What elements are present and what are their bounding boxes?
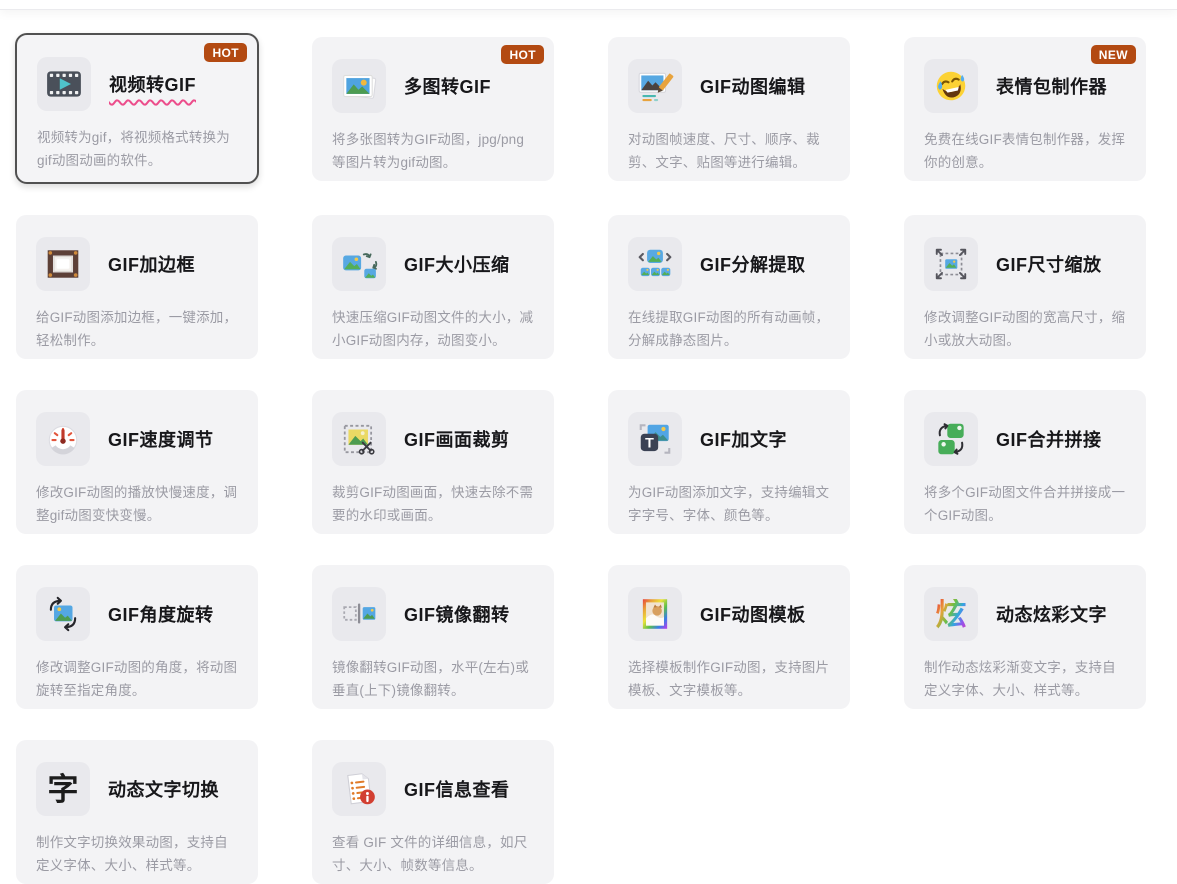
card-description: 免费在线GIF表情包制作器，发挥你的创意。	[924, 129, 1126, 174]
tool-card[interactable]: GIF速度调节 修改GIF动图的播放快慢速度，调整gif动图变快变慢。	[16, 390, 258, 534]
laughing-emoji-icon	[924, 59, 978, 113]
card-badge: HOT	[204, 43, 247, 62]
tool-card[interactable]: GIF动图编辑 对动图帧速度、尺寸、顺序、裁剪、文字、贴图等进行编辑。	[608, 37, 850, 181]
card-badge: NEW	[1091, 45, 1136, 64]
card-title: 视频转GIF	[109, 71, 196, 97]
card-title: GIF信息查看	[404, 776, 510, 802]
tool-card[interactable]: HOT 视频转GIF 视频转为gif，将视频格式转换为gif动图动画的软件。	[15, 33, 259, 184]
card-header: 字 动态文字切换	[36, 762, 238, 816]
card-description: 将多个GIF动图文件合并拼接成一个GIF动图。	[924, 482, 1126, 527]
film-play-icon	[37, 57, 91, 111]
template-icon	[628, 587, 682, 641]
rotate-icon	[36, 587, 90, 641]
card-description: 将多张图转为GIF动图，jpg/png等图片转为gif动图。	[332, 129, 534, 174]
card-header: T GIF加文字	[628, 412, 830, 466]
card-badge: HOT	[501, 45, 544, 64]
card-header: GIF信息查看	[332, 762, 534, 816]
text-char-icon: 字	[36, 762, 90, 816]
card-title: GIF合并拼接	[996, 426, 1102, 452]
tool-card[interactable]: GIF动图模板 选择模板制作GIF动图，支持图片模板、文字模板等。	[608, 565, 850, 709]
svg-text:T: T	[645, 435, 654, 451]
tool-card[interactable]: GIF镜像翻转 镜像翻转GIF动图，水平(左右)或垂直(上下)镜像翻转。	[312, 565, 554, 709]
tool-card[interactable]: GIF角度旋转 修改调整GIF动图的角度，将动图旋转至指定角度。	[16, 565, 258, 709]
compress-icon	[332, 237, 386, 291]
card-header: GIF画面裁剪	[332, 412, 534, 466]
tool-card[interactable]: NEW 表情包制作器 免费在线GIF表情包制作器，发挥你的创意。	[904, 37, 1146, 181]
card-title: GIF分解提取	[700, 251, 806, 277]
tool-grid: HOT 视频转GIF 视频转为gif，将视频格式转换为gif动图动画的软件。 H…	[0, 10, 1177, 884]
card-header: GIF动图编辑	[628, 59, 830, 113]
card-header: 炫 动态炫彩文字	[924, 587, 1126, 641]
tool-card[interactable]: 炫 动态炫彩文字 制作动态炫彩渐变文字，支持自定义字体、大小、样式等。	[904, 565, 1146, 709]
photo-stack-icon	[332, 59, 386, 113]
picture-frame-icon	[36, 237, 90, 291]
card-description: 在线提取GIF动图的所有动画帧，分解成静态图片。	[628, 307, 830, 352]
card-title: GIF加边框	[108, 251, 195, 277]
card-title: GIF角度旋转	[108, 601, 214, 627]
card-title: GIF动图编辑	[700, 73, 806, 99]
card-description: 修改调整GIF动图的角度，将动图旋转至指定角度。	[36, 657, 238, 702]
card-title: 动态文字切换	[108, 776, 219, 802]
card-description: 选择模板制作GIF动图，支持图片模板、文字模板等。	[628, 657, 830, 702]
card-description: 对动图帧速度、尺寸、顺序、裁剪、文字、贴图等进行编辑。	[628, 129, 830, 174]
card-description: 给GIF动图添加边框，一键添加，轻松制作。	[36, 307, 238, 352]
card-title: GIF镜像翻转	[404, 601, 510, 627]
merge-icon	[924, 412, 978, 466]
card-title: GIF加文字	[700, 426, 787, 452]
card-description: 制作动态炫彩渐变文字，支持自定义字体、大小、样式等。	[924, 657, 1126, 702]
card-description: 查看 GIF 文件的详细信息，如尺寸、大小、帧数等信息。	[332, 832, 534, 877]
tool-card[interactable]: GIF合并拼接 将多个GIF动图文件合并拼接成一个GIF动图。	[904, 390, 1146, 534]
card-header: GIF分解提取	[628, 237, 830, 291]
tool-card[interactable]: GIF尺寸缩放 修改调整GIF动图的宽高尺寸，缩小或放大动图。	[904, 215, 1146, 359]
tool-card[interactable]: T GIF加文字 为GIF动图添加文字，支持编辑文字字号、字体、颜色等。	[608, 390, 850, 534]
tool-card[interactable]: GIF信息查看 查看 GIF 文件的详细信息，如尺寸、大小、帧数等信息。	[312, 740, 554, 884]
mirror-flip-icon	[332, 587, 386, 641]
card-title: 动态炫彩文字	[996, 601, 1107, 627]
card-header: 视频转GIF	[37, 57, 237, 111]
tool-card[interactable]: GIF加边框 给GIF动图添加边框，一键添加，轻松制作。	[16, 215, 258, 359]
crop-icon	[332, 412, 386, 466]
card-description: 为GIF动图添加文字，支持编辑文字字号、字体、颜色等。	[628, 482, 830, 527]
card-header: GIF速度调节	[36, 412, 238, 466]
card-header: GIF动图模板	[628, 587, 830, 641]
speedometer-icon	[36, 412, 90, 466]
tool-card[interactable]: GIF画面裁剪 裁剪GIF动图画面，快速去除不需要的水印或画面。	[312, 390, 554, 534]
card-title: 表情包制作器	[996, 73, 1107, 99]
card-description: 镜像翻转GIF动图，水平(左右)或垂直(上下)镜像翻转。	[332, 657, 534, 702]
page-top-divider	[0, 0, 1177, 10]
card-header: GIF尺寸缩放	[924, 237, 1126, 291]
card-header: GIF合并拼接	[924, 412, 1126, 466]
photo-edit-icon	[628, 59, 682, 113]
info-document-icon	[332, 762, 386, 816]
card-title: GIF动图模板	[700, 601, 806, 627]
rainbow-text-icon: 炫	[924, 587, 978, 641]
card-title: GIF大小压缩	[404, 251, 510, 277]
card-description: 视频转为gif，将视频格式转换为gif动图动画的软件。	[37, 127, 237, 172]
card-description: 制作文字切换效果动图，支持自定义字体、大小、样式等。	[36, 832, 238, 877]
card-title: 多图转GIF	[404, 73, 491, 99]
tool-card[interactable]: HOT 多图转GIF 将多张图转为GIF动图，jpg/png等图片转为gif动图…	[312, 37, 554, 181]
card-header: GIF加边框	[36, 237, 238, 291]
tool-card[interactable]: GIF分解提取 在线提取GIF动图的所有动画帧，分解成静态图片。	[608, 215, 850, 359]
card-description: 裁剪GIF动图画面，快速去除不需要的水印或画面。	[332, 482, 534, 527]
card-header: GIF大小压缩	[332, 237, 534, 291]
card-title: GIF画面裁剪	[404, 426, 510, 452]
extract-frames-icon	[628, 237, 682, 291]
card-header: GIF角度旋转	[36, 587, 238, 641]
card-description: 快速压缩GIF动图文件的大小，减小GIF动图内存，动图变小。	[332, 307, 534, 352]
add-text-icon: T	[628, 412, 682, 466]
card-header: 多图转GIF	[332, 59, 534, 113]
card-description: 修改GIF动图的播放快慢速度，调整gif动图变快变慢。	[36, 482, 238, 527]
card-header: GIF镜像翻转	[332, 587, 534, 641]
card-description: 修改调整GIF动图的宽高尺寸，缩小或放大动图。	[924, 307, 1126, 352]
card-title: GIF速度调节	[108, 426, 214, 452]
tool-card[interactable]: GIF大小压缩 快速压缩GIF动图文件的大小，减小GIF动图内存，动图变小。	[312, 215, 554, 359]
card-title: GIF尺寸缩放	[996, 251, 1102, 277]
tool-card[interactable]: 字 动态文字切换 制作文字切换效果动图，支持自定义字体、大小、样式等。	[16, 740, 258, 884]
card-header: 表情包制作器	[924, 59, 1126, 113]
resize-icon	[924, 237, 978, 291]
